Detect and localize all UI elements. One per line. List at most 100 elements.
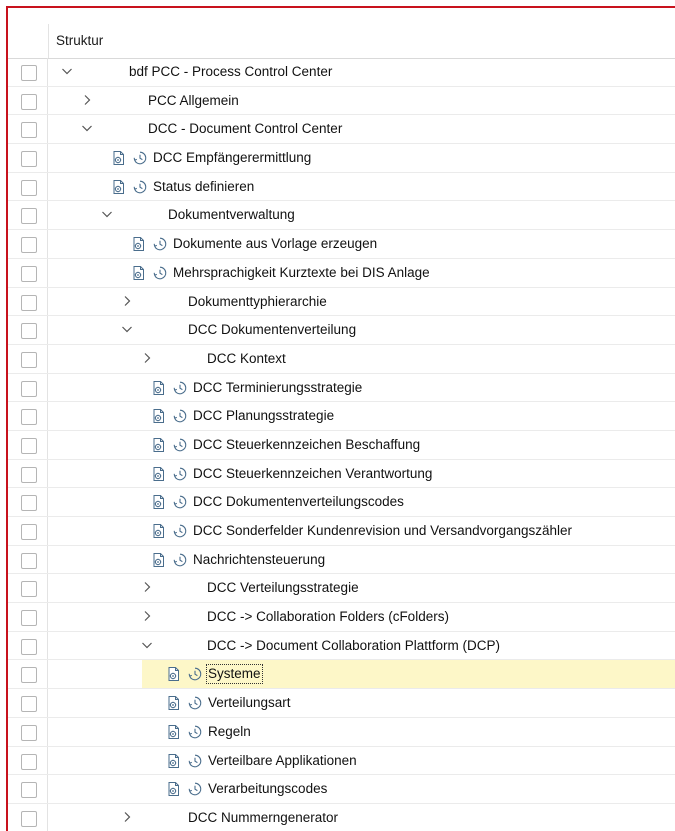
row-selector[interactable] bbox=[8, 115, 48, 144]
row-checkbox[interactable] bbox=[21, 179, 37, 196]
row-selector[interactable] bbox=[8, 344, 48, 373]
chevron-down-icon[interactable] bbox=[140, 638, 154, 652]
chevron-right-icon[interactable] bbox=[120, 294, 134, 308]
row-selector[interactable] bbox=[8, 803, 48, 831]
tree-node-folder[interactable]: Dokumenttyphierarchie bbox=[8, 287, 675, 317]
row-selector[interactable] bbox=[8, 201, 48, 230]
tree-node-folder[interactable]: DCC Kontext bbox=[8, 344, 675, 374]
activity-documentation-icon[interactable] bbox=[172, 380, 188, 396]
tree-node-label[interactable]: DCC Sonderfelder Kundenrevision und Vers… bbox=[193, 523, 572, 539]
execute-activity-icon[interactable] bbox=[166, 666, 182, 682]
row-selector[interactable] bbox=[8, 459, 48, 488]
tree-node-folder[interactable]: DCC -> Document Collaboration Plattform … bbox=[8, 631, 675, 661]
execute-activity-icon[interactable] bbox=[111, 179, 127, 195]
row-checkbox[interactable] bbox=[21, 380, 37, 397]
row-selector[interactable] bbox=[8, 775, 48, 803]
chevron-right-icon[interactable] bbox=[120, 810, 134, 824]
tree-node-label[interactable]: bdf PCC - Process Control Center bbox=[129, 64, 332, 80]
tree-node-activity[interactable]: Nachrichtensteuerung bbox=[8, 545, 675, 575]
tree-node-label[interactable]: Verteilungsart bbox=[208, 695, 291, 711]
execute-activity-icon[interactable] bbox=[166, 695, 182, 711]
row-checkbox[interactable] bbox=[21, 810, 37, 827]
chevron-right-icon[interactable] bbox=[140, 609, 154, 623]
tree-node-activity[interactable]: Dokumente aus Vorlage erzeugen bbox=[8, 230, 675, 259]
execute-activity-icon[interactable] bbox=[151, 466, 167, 482]
row-selector[interactable] bbox=[8, 430, 48, 459]
tree-node-label[interactable]: Dokumenttyphierarchie bbox=[188, 294, 327, 310]
activity-documentation-icon[interactable] bbox=[172, 408, 188, 424]
row-checkbox[interactable] bbox=[21, 237, 37, 254]
row-checkbox[interactable] bbox=[21, 437, 37, 454]
row-selector[interactable] bbox=[8, 631, 48, 660]
row-selector[interactable] bbox=[8, 574, 48, 603]
execute-activity-icon[interactable] bbox=[151, 523, 167, 539]
row-selector[interactable] bbox=[8, 717, 48, 746]
tree-node-label[interactable]: DCC Steuerkennzeichen Beschaffung bbox=[193, 437, 420, 453]
tree-node-label[interactable]: DCC Nummerngenerator bbox=[188, 810, 338, 826]
row-selector[interactable] bbox=[8, 517, 48, 545]
tree-node-activity[interactable]: Verarbeitungscodes bbox=[8, 775, 675, 804]
tree-node-activity[interactable]: Verteilbare Applikationen bbox=[8, 746, 675, 776]
row-selector[interactable] bbox=[8, 287, 48, 316]
row-selector[interactable] bbox=[8, 545, 48, 574]
tree-node-label[interactable]: DCC - Document Control Center bbox=[148, 121, 342, 137]
chevron-right-icon[interactable] bbox=[140, 580, 154, 594]
activity-documentation-icon[interactable] bbox=[172, 466, 188, 482]
tree-node-activity[interactable]: Verteilungsart bbox=[8, 689, 675, 718]
tree-node-label[interactable]: Systeme bbox=[206, 664, 263, 685]
row-selector[interactable] bbox=[8, 603, 48, 631]
tree-node-label[interactable]: Verarbeitungscodes bbox=[208, 781, 327, 797]
tree-node-folder[interactable]: DCC - Document Control Center bbox=[8, 115, 675, 145]
chevron-right-icon[interactable] bbox=[140, 351, 154, 365]
execute-activity-icon[interactable] bbox=[151, 380, 167, 396]
tree-node-activity[interactable]: Status definieren bbox=[8, 172, 675, 202]
tree-node-label[interactable]: Dokumentverwaltung bbox=[168, 207, 295, 223]
tree-node-label[interactable]: DCC Dokumentenverteilung bbox=[188, 322, 356, 338]
row-checkbox[interactable] bbox=[21, 294, 37, 311]
tree-node-label[interactable]: Mehrsprachigkeit Kurztexte bei DIS Anlag… bbox=[173, 265, 430, 281]
row-checkbox[interactable] bbox=[21, 495, 37, 512]
tree-node-activity[interactable]: DCC Empfängerermittlung bbox=[8, 144, 675, 173]
tree-node-label[interactable]: DCC Dokumentenverteilungscodes bbox=[193, 494, 404, 510]
activity-documentation-icon[interactable] bbox=[187, 753, 203, 769]
activity-documentation-icon[interactable] bbox=[172, 437, 188, 453]
tree-node-activity[interactable]: DCC Steuerkennzeichen Beschaffung bbox=[8, 430, 675, 460]
tree-node-label[interactable]: DCC Steuerkennzeichen Verantwortung bbox=[193, 466, 432, 482]
row-selector[interactable] bbox=[8, 258, 48, 287]
row-checkbox[interactable] bbox=[21, 93, 37, 110]
row-checkbox[interactable] bbox=[21, 638, 37, 655]
row-selector[interactable] bbox=[8, 488, 48, 516]
execute-activity-icon[interactable] bbox=[166, 724, 182, 740]
row-checkbox[interactable] bbox=[21, 552, 37, 569]
activity-documentation-icon[interactable] bbox=[132, 150, 148, 166]
row-checkbox[interactable] bbox=[21, 409, 37, 426]
row-selector[interactable] bbox=[8, 746, 48, 775]
tree-node-label[interactable]: DCC -> Collaboration Folders (cFolders) bbox=[207, 609, 449, 625]
activity-documentation-icon[interactable] bbox=[172, 523, 188, 539]
chevron-down-icon[interactable] bbox=[120, 322, 134, 336]
row-checkbox[interactable] bbox=[21, 208, 37, 225]
row-checkbox[interactable] bbox=[21, 782, 37, 799]
activity-documentation-icon[interactable] bbox=[187, 695, 203, 711]
tree-node-folder[interactable]: DCC Verteilungsstrategie bbox=[8, 574, 675, 604]
execute-activity-icon[interactable] bbox=[111, 150, 127, 166]
activity-documentation-icon[interactable] bbox=[152, 236, 168, 252]
tree-node-label[interactable]: DCC Empfängerermittlung bbox=[153, 150, 311, 166]
activity-documentation-icon[interactable] bbox=[152, 265, 168, 281]
row-checkbox[interactable] bbox=[21, 466, 37, 483]
tree-node-label[interactable]: DCC Terminierungsstrategie bbox=[193, 380, 362, 396]
row-selector[interactable] bbox=[8, 58, 48, 86]
row-checkbox[interactable] bbox=[21, 753, 37, 770]
row-checkbox[interactable] bbox=[21, 610, 37, 627]
chevron-right-icon[interactable] bbox=[80, 93, 94, 107]
row-checkbox[interactable] bbox=[21, 265, 37, 282]
row-checkbox[interactable] bbox=[21, 151, 37, 168]
row-selector[interactable] bbox=[8, 172, 48, 201]
tree-node-activity[interactable]: DCC Steuerkennzeichen Verantwortung bbox=[8, 459, 675, 489]
row-checkbox[interactable] bbox=[21, 65, 37, 81]
chevron-down-icon[interactable] bbox=[60, 64, 74, 78]
tree-node-activity[interactable]: DCC Planungsstrategie bbox=[8, 402, 675, 431]
tree-node-activity[interactable]: DCC Terminierungsstrategie bbox=[8, 373, 675, 403]
activity-documentation-icon[interactable] bbox=[187, 666, 203, 682]
execute-activity-icon[interactable] bbox=[131, 265, 147, 281]
